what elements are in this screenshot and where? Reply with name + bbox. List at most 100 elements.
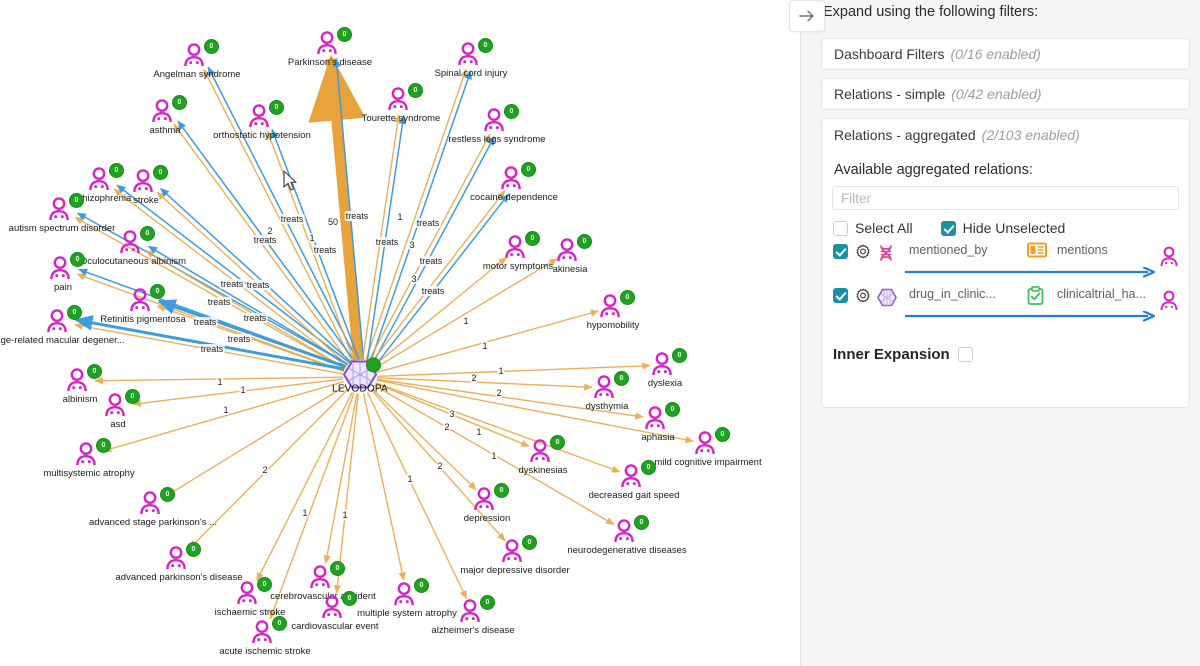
panel-collapse-button[interactable] — [789, 0, 825, 32]
graph-edge-label: 3 — [408, 240, 416, 250]
graph-node[interactable]: 0 pain — [48, 252, 85, 293]
graph-edge-label: treats — [226, 334, 252, 344]
graph-node-label: Parkinson's disease — [287, 57, 373, 68]
graph-node-label: depression — [463, 513, 511, 524]
relations-filter-input[interactable] — [832, 186, 1179, 210]
graph-edge-label: treats — [199, 344, 225, 354]
person-icon: 0 — [386, 83, 423, 113]
node-badge: 0 — [269, 100, 284, 115]
graph-node[interactable]: 0 dyskinesias — [518, 435, 568, 476]
relation-row[interactable]: drug_in_clinic... clinicaltrial_ha... — [833, 286, 1181, 326]
node-badge: 0 — [521, 162, 536, 177]
filter-section-dashboard[interactable]: Dashboard Filters (0/16 enabled) — [821, 38, 1190, 70]
person-icon: 0 — [592, 371, 629, 401]
graph-node[interactable]: 0 cocaine dependence — [470, 162, 558, 203]
graph-edge-label: 1 — [481, 341, 489, 351]
node-badge: 0 — [504, 104, 519, 119]
graph-node[interactable]: 0 neurodegenerative diseases — [567, 515, 687, 556]
graph-node-label: alzheimer's disease — [431, 625, 515, 636]
select-all-label: Select All — [855, 220, 913, 236]
graph-node[interactable]: 0 orthostatic hypotension — [213, 100, 311, 141]
graph-node[interactable]: 0 hypomobility — [587, 290, 639, 331]
graph-edge-label: treats — [245, 280, 271, 290]
graph-node[interactable]: 0 ischaemic stroke — [215, 577, 285, 618]
graph-node-label: Retinitis pigmentosa — [100, 314, 186, 325]
graph-node[interactable]: 0 Retinitis pigmentosa — [100, 284, 186, 325]
compound-hexagon-icon — [877, 288, 897, 312]
gear-icon[interactable] — [855, 244, 871, 265]
graph-node[interactable]: 0 mild cognitive impairment — [654, 427, 762, 468]
graph-node[interactable]: 0 aphasia — [641, 402, 680, 443]
graph-node[interactable]: 0 decreased gait speed — [589, 460, 679, 501]
graph-edge-label: 1 — [216, 377, 224, 387]
person-icon: 0 — [598, 290, 635, 320]
graph-node[interactable]: 0 restless legs syndrome — [448, 104, 546, 145]
person-icon: 0 — [47, 193, 84, 223]
graph-node[interactable]: 0 schizophrenia — [73, 163, 131, 204]
graph-node[interactable]: 0 akinesia — [553, 234, 592, 275]
node-badge: 0 — [550, 435, 565, 450]
graph-node[interactable]: 0 alzheimer's disease — [431, 595, 515, 636]
graph-node-label: motor symptoms — [482, 261, 554, 272]
graph-node[interactable]: 0 Parkinson's disease — [288, 27, 372, 68]
graph-node-label: multisystemic atrophy — [43, 468, 135, 479]
graph-node-label: multiple system atrophy — [357, 608, 457, 619]
graph-node[interactable]: 0 age-related macular degener... — [0, 305, 125, 346]
node-badge: 0 — [330, 561, 345, 576]
graph-node[interactable]: 0 multisystemic atrophy — [43, 438, 135, 479]
graph-node[interactable]: 0 cerebrovascular accident — [270, 561, 376, 602]
graph-node-label: pain — [54, 282, 72, 293]
graph-node[interactable]: 0 dysthymia — [586, 371, 629, 412]
relation-enabled-checkbox[interactable] — [833, 288, 848, 303]
hide-unselected-checkbox[interactable] — [940, 220, 956, 236]
node-badge: 0 — [715, 427, 730, 442]
inner-expansion-checkbox[interactable] — [957, 347, 973, 362]
graph-canvas[interactable]: 0 Angelman syndrome 0 Parkinson's disease 0 S… — [0, 0, 800, 666]
graph-node[interactable]: 0 advanced stage parkinson's ... — [89, 487, 217, 528]
relation-backward-label: clinicaltrial_ha... — [1057, 287, 1146, 301]
graph-node[interactable]: 0 advanced parkinson's disease — [116, 542, 242, 583]
relation-enabled-checkbox[interactable] — [833, 244, 848, 259]
graph-node[interactable]: 0 cardiovascular event — [291, 591, 379, 632]
gear-icon[interactable] — [855, 288, 871, 309]
graph-node[interactable]: 0 multiple system atrophy — [357, 578, 457, 619]
graph-edge-label: 1 — [308, 233, 316, 243]
graph-node[interactable]: 0 Oculocutaneous albinism — [80, 226, 186, 267]
relation-row[interactable]: mentioned_by mentions — [833, 242, 1181, 282]
aggregated-relations-title: Available aggregated relations: — [834, 162, 1033, 178]
graph-node[interactable]: 0 Tourette syndrome — [362, 83, 440, 124]
relation-arrow — [905, 311, 1155, 322]
graph-node-label: cocaine dependence — [470, 192, 558, 203]
graph-node[interactable]: 0 stroke — [131, 165, 168, 206]
graph-node[interactable]: 0 dyslexia — [648, 348, 687, 389]
graph-node-label: dyslexia — [647, 378, 683, 389]
node-badge: 0 — [140, 226, 155, 241]
graph-node[interactable]: 0 Spinal cord injury — [435, 38, 507, 79]
graph-center-node[interactable]: LEVODOPA — [332, 357, 388, 395]
graph-node-label: hypomobility — [586, 320, 640, 331]
filter-section-relations-aggregated[interactable]: Relations - aggregated (2/103 enabled) — [821, 118, 1190, 150]
aggregated-relations-card: Available aggregated relations: Select A… — [821, 150, 1190, 408]
graph-node[interactable]: 0 autism spectrum disorder — [9, 193, 115, 234]
person-icon: 0 — [472, 483, 509, 513]
graph-node[interactable]: 0 major depressive disorder — [460, 535, 570, 576]
person-icon: 0 — [500, 535, 537, 565]
person-icon: 0 — [182, 39, 219, 69]
filter-section-count: (0/42 enabled) — [951, 86, 1042, 102]
relation-forward-label: mentioned_by — [909, 243, 988, 257]
graph-node[interactable]: 0 asd — [103, 389, 140, 430]
select-all-checkbox[interactable] — [833, 220, 848, 236]
graph-node[interactable]: 0 Angelman syndrome — [153, 39, 241, 80]
node-badge: 0 — [87, 364, 102, 379]
node-badge: 0 — [634, 515, 649, 530]
graph-node[interactable]: 0 albinism — [63, 364, 102, 405]
filter-section-relations-simple[interactable]: Relations - simple (0/42 enabled) — [821, 78, 1190, 110]
graph-node[interactable]: 0 depression — [464, 483, 510, 524]
graph-edge-label: 2 — [470, 373, 478, 383]
graph-edge — [366, 391, 468, 600]
person-icon: 0 — [458, 595, 495, 625]
graph-node[interactable]: 0 acute ischemic stroke — [219, 616, 311, 657]
graph-node[interactable]: 0 asthma — [149, 95, 187, 136]
node-badge: 0 — [172, 95, 187, 110]
graph-node[interactable]: 0 motor symptoms — [483, 231, 553, 272]
